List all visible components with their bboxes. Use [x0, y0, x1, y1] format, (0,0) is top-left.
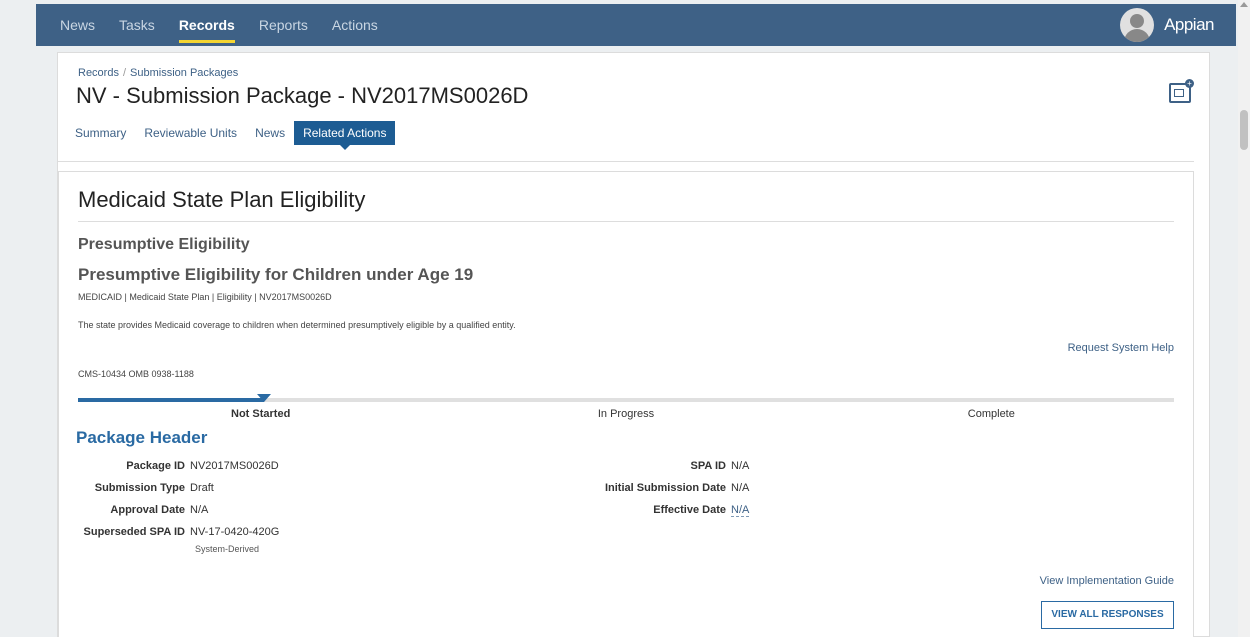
step-complete: Complete	[967, 408, 1015, 420]
field-spa-id: SPA ID N/A	[579, 459, 999, 473]
section-description: The state provides Medicaid coverage to …	[78, 320, 516, 330]
field-value: NV-17-0420-420G	[190, 526, 280, 538]
progress-bar	[78, 394, 1174, 402]
top-nav-bar: News Tasks Records Reports Actions Appia…	[36, 4, 1236, 46]
scroll-up-icon[interactable]	[1240, 2, 1248, 7]
section-subtitle: Presumptive Eligibility for Children und…	[78, 265, 474, 284]
request-system-help-link[interactable]: Request System Help	[1068, 342, 1174, 354]
field-label: SPA ID	[690, 460, 726, 472]
view-all-responses-button[interactable]: VIEW ALL RESPONSES	[1041, 601, 1174, 629]
field-label: Effective Date	[653, 504, 726, 516]
field-effective-date: Effective Date N/A	[579, 503, 999, 517]
record-tab-summary[interactable]: Summary	[66, 121, 135, 145]
breadcrumb: Records / Submission Packages	[78, 67, 238, 79]
card-title-divider	[78, 221, 1174, 222]
field-value: N/A	[731, 460, 750, 472]
scrollbar-thumb[interactable]	[1240, 110, 1248, 150]
record-news-icon[interactable]: +	[1169, 79, 1194, 103]
field-value: N/A	[731, 482, 750, 494]
progress-steps: Not Started In Progress Complete	[78, 408, 1174, 420]
eligibility-form-card: Medicaid State Plan Eligibility Presumpt…	[58, 171, 1194, 637]
user-avatar-icon[interactable]	[1120, 8, 1155, 42]
breadcrumb-separator: /	[122, 67, 127, 79]
nav-tab-tasks[interactable]: Tasks	[107, 4, 167, 46]
record-tabs: Summary Reviewable Units News Related Ac…	[66, 121, 396, 150]
field-value: Draft	[190, 482, 214, 494]
nav-tab-reports[interactable]: Reports	[247, 4, 320, 46]
breadcrumb-submission-packages-link[interactable]: Submission Packages	[130, 67, 238, 79]
page-title: NV - Submission Package - NV2017MS0026D	[76, 83, 529, 108]
nav-tab-news[interactable]: News	[48, 4, 107, 46]
field-value: N/A	[190, 504, 209, 516]
record-tab-related-actions[interactable]: Related Actions	[294, 121, 396, 150]
progress-bar-fill	[78, 398, 265, 402]
step-in-progress: In Progress	[597, 408, 655, 420]
nav-tab-actions[interactable]: Actions	[320, 4, 390, 46]
omb-number: CMS-10434 OMB 0938-1188	[78, 369, 194, 379]
header-divider	[58, 161, 1194, 162]
record-tab-reviewable-units[interactable]: Reviewable Units	[135, 121, 246, 145]
package-fields-left: Package ID NV2017MS0026D Submission Type…	[78, 459, 498, 554]
field-initial-submission-date: Initial Submission Date N/A	[579, 481, 999, 495]
field-package-id: Package ID NV2017MS0026D	[78, 459, 498, 473]
field-approval-date: Approval Date N/A	[78, 503, 498, 517]
record-tab-news[interactable]: News	[246, 121, 294, 145]
field-label: Initial Submission Date	[604, 482, 726, 494]
field-submission-type: Submission Type Draft	[78, 481, 498, 495]
field-value: NV2017MS0026D	[190, 460, 279, 472]
brand-logo: Appian	[1164, 15, 1214, 34]
progress-pointer-icon	[257, 394, 272, 402]
field-label: Submission Type	[94, 482, 185, 494]
record-meta: MEDICAID | Medicaid State Plan | Eligibi…	[78, 292, 332, 302]
breadcrumb-records-link[interactable]: Records	[78, 67, 119, 79]
page-scrollbar[interactable]	[1238, 0, 1250, 637]
field-label: Package ID	[126, 460, 185, 472]
step-not-started: Not Started	[231, 408, 291, 420]
package-header-title: Package Header	[76, 428, 208, 447]
effective-date-link[interactable]: N/A	[731, 503, 750, 517]
section-title: Presumptive Eligibility	[78, 236, 250, 253]
card-title: Medicaid State Plan Eligibility	[78, 187, 366, 212]
record-panel: Records / Submission Packages NV - Submiss…	[57, 52, 1210, 637]
nav-tab-records[interactable]: Records	[167, 4, 247, 46]
field-label: Approval Date	[110, 504, 185, 516]
field-label: Superseded SPA ID	[83, 526, 185, 538]
system-derived-note: System-Derived	[195, 544, 260, 554]
view-implementation-guide-link[interactable]: View Implementation Guide	[1040, 575, 1174, 587]
package-fields-right: SPA ID N/A Initial Submission Date N/A E…	[579, 459, 999, 525]
field-superseded-spa-id: Superseded SPA ID NV-17-0420-420G	[78, 525, 498, 539]
nav-right: Appian	[1120, 8, 1214, 42]
top-nav-tabs: News Tasks Records Reports Actions	[48, 4, 390, 46]
